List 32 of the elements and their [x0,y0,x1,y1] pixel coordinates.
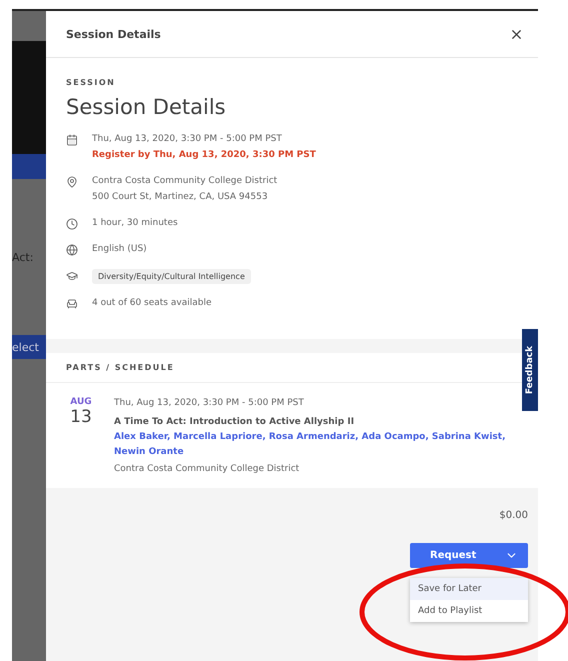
detail-text: Thu, Aug 13, 2020, 3:30 PM - 5:00 PM PST [92,133,283,146]
price: $0.00 [499,510,528,521]
clock-icon [66,217,78,230]
detail-text: 1 hour, 30 minutes [92,217,178,230]
detail-text: 4 out of 60 seats available [92,297,212,310]
graduation-cap-icon [66,269,78,282]
register-deadline: Register by Thu, Aug 13, 2020, 3:30 PM PST [92,149,316,162]
chair-icon [66,297,78,310]
calendar-icon [66,133,78,146]
category-tag: Diversity/Equity/Cultural Intelligence [92,269,251,284]
date-day: 13 [70,407,92,427]
detail-text: Contra Costa Community College District [92,175,278,188]
globe-icon [66,243,78,256]
date-month: AUG [70,397,92,407]
background-text: Act: [12,250,34,264]
panel-title: Session Details [66,28,161,40]
presenter-list: Alex Baker, Marcella Lapriore, Rosa Armendariz, Ada Ocampo, Sabrina Kwist, Newin Orante [114,430,518,460]
menu-item[interactable]: Add to Playlist [410,600,528,622]
part-location: Contra Costa Community College District [114,463,300,476]
background-text: elect [12,340,39,354]
detail-text: English (US) [92,243,147,256]
part-time: Thu, Aug 13, 2020, 3:30 PM - 5:00 PM PST [114,397,305,410]
background-bar [12,154,46,179]
session-title: Session Details [66,95,227,119]
map-pin-icon [66,175,78,188]
part-title: A Time To Act: Introduction to Active Allyship II [114,417,356,427]
feedback-tab[interactable]: Feedback [522,329,538,411]
detail-text: 500 Court St, Martinez, CA, USA 94553 [92,191,269,204]
request-button[interactable]: Request [410,543,528,568]
section-label: PARTS / SCHEDULE [66,363,176,372]
section-label: SESSION [66,78,116,87]
menu-item[interactable]: Save for Later [410,578,528,600]
